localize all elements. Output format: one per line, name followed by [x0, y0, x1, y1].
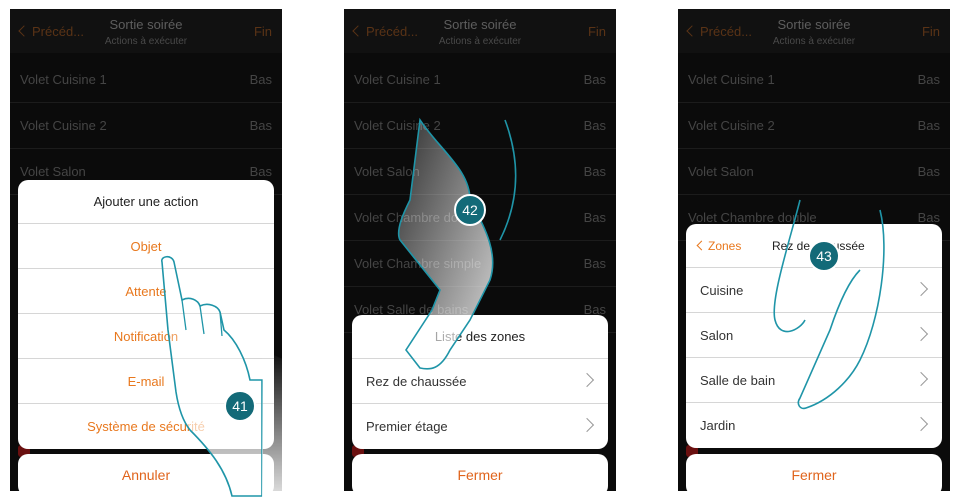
action-list: Volet Cuisine 1 Bas Volet Cuisine 2 Bas Vo… — [678, 57, 950, 241]
action-option-object[interactable]: Objet — [18, 224, 274, 269]
action-list: Volet Cuisine 1 Bas Volet Cuisine 2 Bas Vo… — [344, 57, 616, 333]
zone-detail-sheet: Zones Rez de chaussée Cuisine Salon Sall… — [686, 224, 942, 448]
sheet-title: Rez de chaussée — [772, 239, 865, 253]
nav-subtitle: Actions à exécuter — [104, 36, 188, 47]
chevron-right-icon — [913, 281, 929, 297]
chevron-right-icon — [913, 326, 929, 342]
chevron-right-icon — [913, 416, 929, 432]
done-button[interactable]: Fin — [922, 24, 940, 39]
nav-bar: Précéd... Sortie soirée Actions à exécut… — [344, 9, 616, 53]
sheet-header: Zones Rez de chaussée — [686, 224, 942, 268]
zones-back-button[interactable]: Zones — [696, 239, 741, 253]
list-item[interactable]: Volet Cuisine 2 Bas — [10, 103, 282, 149]
nav-title: Sortie soirée — [109, 17, 183, 32]
close-button[interactable]: Fermer — [352, 454, 608, 491]
phone-screen-1: Précéd... Sortie soirée Actions à exécut… — [10, 9, 282, 491]
done-button[interactable]: Fin — [254, 24, 272, 39]
list-item[interactable]: Volet Salon Bas — [678, 149, 950, 195]
list-item[interactable]: Volet Cuisine 2 Bas — [678, 103, 950, 149]
action-list: Volet Cuisine 1 Bas Volet Cuisine 2 Bas Vo… — [10, 57, 282, 195]
nav-title: Sortie soirée — [443, 17, 517, 32]
sheet-title: Ajouter une action — [18, 180, 274, 224]
cancel-button[interactable]: Annuler — [18, 454, 274, 491]
list-item[interactable]: Volet Chambre simple Bas — [344, 241, 616, 287]
room-item-bathroom[interactable]: Salle de bain — [686, 358, 942, 403]
chevron-left-icon — [696, 240, 707, 251]
phone-screen-2: Précéd... Sortie soirée Actions à exécut… — [344, 9, 616, 491]
zone-item-ground-floor[interactable]: Rez de chaussée — [352, 359, 608, 404]
sheet-title: Liste des zones — [352, 315, 608, 359]
room-item-living[interactable]: Salon — [686, 313, 942, 358]
action-option-notification[interactable]: Notification — [18, 314, 274, 359]
chevron-right-icon — [579, 417, 595, 433]
list-item[interactable]: Volet Cuisine 1 Bas — [344, 57, 616, 103]
list-item[interactable]: Volet Salon Bas — [344, 149, 616, 195]
list-item[interactable]: Volet Cuisine 2 Bas — [344, 103, 616, 149]
nav-bar: Précéd... Sortie soirée Actions à exécut… — [678, 9, 950, 53]
room-item-garden[interactable]: Jardin — [686, 403, 942, 448]
list-item[interactable]: Volet Cuisine 1 Bas — [678, 57, 950, 103]
nav-bar: Précéd... Sortie soirée Actions à exécut… — [10, 9, 282, 53]
done-button[interactable]: Fin — [588, 24, 606, 39]
room-item-kitchen[interactable]: Cuisine — [686, 268, 942, 313]
nav-subtitle: Actions à exécuter — [772, 36, 856, 47]
zone-item-first-floor[interactable]: Premier étage — [352, 404, 608, 449]
chevron-right-icon — [579, 372, 595, 388]
chevron-right-icon — [913, 371, 929, 387]
close-button[interactable]: Fermer — [686, 454, 942, 491]
nav-subtitle: Actions à exécuter — [438, 36, 522, 47]
add-action-sheet: Ajouter une action Objet Attente Notific… — [18, 180, 274, 449]
list-item[interactable]: Volet Cuisine 1 Bas — [10, 57, 282, 103]
zone-list-sheet: Liste des zones Rez de chaussée Premier … — [352, 315, 608, 449]
phone-screen-3: Précéd... Sortie soirée Actions à exécut… — [678, 9, 950, 491]
list-item[interactable]: Volet Chambre double Bas — [344, 195, 616, 241]
nav-title: Sortie soirée — [777, 17, 851, 32]
action-option-wait[interactable]: Attente — [18, 269, 274, 314]
action-option-email[interactable]: E-mail — [18, 359, 274, 404]
action-option-security[interactable]: Système de sécurité — [18, 404, 274, 449]
